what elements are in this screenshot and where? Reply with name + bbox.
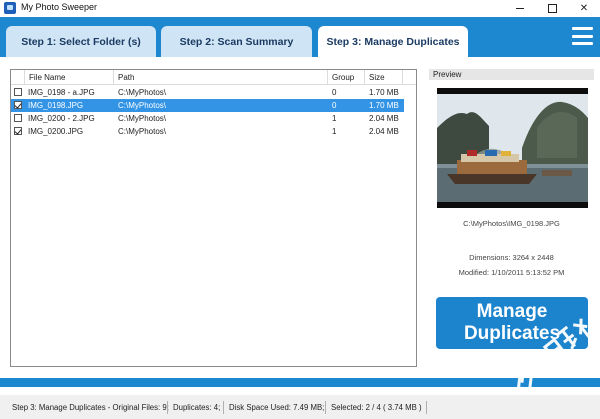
path-cell: C:\MyPhotos\ — [118, 101, 167, 110]
row-checkbox[interactable] — [14, 101, 22, 109]
preview-modified-date: Modified: 1/10/2011 5:13:52 PM — [458, 268, 565, 277]
status-divider — [426, 401, 427, 414]
file-name-cell: IMG_0200.JPG — [28, 127, 84, 136]
column-header-size[interactable]: Size — [365, 70, 403, 85]
status-selected: Selected: 2 / 4 ( 3.74 MB ) — [331, 403, 422, 412]
menu-line — [572, 34, 593, 38]
step-tab-bar: Step 1: Select Folder (s) Step 2: Scan S… — [0, 17, 600, 57]
row-checkbox[interactable] — [14, 114, 22, 122]
group-cell: 0 — [332, 101, 337, 110]
table-row[interactable]: IMG_0198.JPG C:\MyPhotos\ 0 1.70 MB — [11, 99, 404, 112]
row-checkbox[interactable] — [14, 127, 22, 135]
status-duplicates: Duplicates: 4; — [173, 403, 221, 412]
group-cell: 0 — [332, 88, 337, 97]
manage-duplicates-button[interactable]: Manage Duplicates — [436, 297, 588, 349]
row-checkbox[interactable] — [14, 88, 22, 96]
checkbox-column-header — [11, 70, 25, 85]
column-header-group[interactable]: Group — [328, 70, 365, 85]
table-row[interactable]: IMG_0200 - 2.JPG C:\MyPhotos\ 1 2.04 MB — [11, 112, 404, 125]
path-cell: C:\MyPhotos\ — [118, 88, 167, 97]
preview-header: Preview — [429, 69, 594, 80]
preview-image — [437, 88, 588, 208]
boat-bay-photo — [437, 88, 588, 208]
status-step: Step 3: Manage Duplicates - Original Fil… — [12, 403, 169, 412]
status-disk-space: Disk Space Used: 7.49 MB; — [229, 403, 325, 412]
file-name-cell: IMG_0198 - a.JPG — [28, 88, 95, 97]
app-logo-icon — [4, 2, 16, 14]
status-divider — [325, 401, 326, 414]
menu-line — [572, 27, 593, 30]
manage-button-line2: Duplicates — [463, 323, 561, 344]
close-button[interactable]: ✕ — [569, 0, 599, 17]
title-bar: My Photo Sweeper ✕ — [0, 0, 600, 17]
path-cell: C:\MyPhotos\ — [118, 127, 167, 136]
hamburger-icon[interactable] — [572, 27, 593, 45]
tab-select-folder[interactable]: Step 1: Select Folder (s) — [6, 26, 156, 57]
tab-scan-summary[interactable]: Step 2: Scan Summary — [161, 26, 312, 57]
size-cell: 2.04 MB — [369, 127, 399, 136]
size-cell: 1.70 MB — [369, 101, 399, 110]
group-cell: 1 — [332, 114, 337, 123]
window-title: My Photo Sweeper — [21, 2, 98, 12]
size-cell: 2.04 MB — [369, 114, 399, 123]
path-cell: C:\MyPhotos\ — [118, 114, 167, 123]
manage-button-line1: Manage — [476, 301, 548, 322]
preview-dimensions: Dimensions: 3264 x 2448 — [469, 253, 554, 262]
column-header-file-name[interactable]: File Name — [25, 70, 114, 85]
app-window: My Photo Sweeper ✕ Step 1: Select Folder… — [0, 0, 600, 419]
menu-line — [572, 42, 593, 45]
size-cell: 1.70 MB — [369, 88, 399, 97]
table-row[interactable]: IMG_0200.JPG C:\MyPhotos\ 1 2.04 MB — [11, 125, 404, 138]
status-divider — [167, 401, 168, 414]
minimize-button[interactable] — [505, 0, 535, 17]
column-header-path[interactable]: Path — [114, 70, 328, 85]
tab-manage-duplicates[interactable]: Step 3: Manage Duplicates — [318, 26, 468, 57]
status-bar: Step 3: Manage Duplicates - Original Fil… — [0, 395, 600, 419]
duplicate-file-list[interactable]: File Name Path Group Size IMG_0198 - a.J… — [10, 69, 417, 367]
file-name-cell: IMG_0200 - 2.JPG — [28, 114, 95, 123]
table-row[interactable]: IMG_0198 - a.JPG C:\MyPhotos\ 0 1.70 MB — [11, 86, 404, 99]
file-name-cell: IMG_0198.JPG — [28, 101, 84, 110]
status-divider — [223, 401, 224, 414]
preview-file-path: C:\MyPhotos\IMG_0198.JPG — [463, 219, 560, 228]
bottom-accent-bar — [0, 378, 600, 387]
group-cell: 1 — [332, 127, 337, 136]
file-list-header: File Name Path Group Size — [11, 70, 416, 85]
maximize-button[interactable] — [537, 0, 567, 17]
